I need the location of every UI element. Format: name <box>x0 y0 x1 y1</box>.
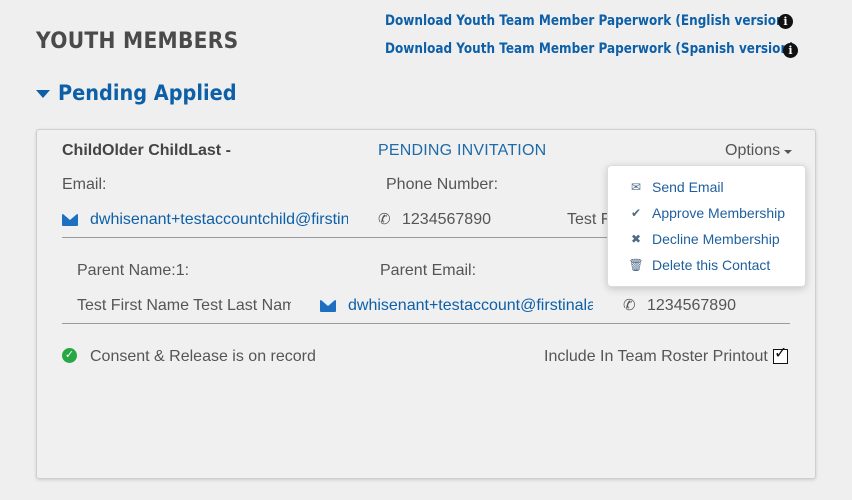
caret-down-icon <box>36 90 50 98</box>
menu-item-label: Decline Membership <box>652 231 780 247</box>
menu-item-label: Delete this Contact <box>652 257 771 273</box>
check-circle-icon: ✓ <box>62 348 77 363</box>
check-icon: ✔ <box>630 206 642 220</box>
menu-item-approve-membership[interactable]: ✔ Approve Membership <box>628 205 785 221</box>
member-email-link[interactable]: dwhisenant+testaccountchild@firstinalask… <box>90 211 348 229</box>
options-label: Options <box>725 142 781 159</box>
phone-icon: ✆ <box>378 211 391 228</box>
roster-label: Include In Team Roster Printout <box>544 348 768 365</box>
page-title: YOUTH MEMBERS <box>36 29 239 54</box>
x-icon: ✖ <box>630 232 642 246</box>
parent-email-label: Parent Email: <box>380 262 477 279</box>
trash-icon: 🗑 <box>628 258 644 272</box>
parent-email-link[interactable]: dwhisenant+testaccount@firstinalaska.com <box>348 297 593 315</box>
download-english-link[interactable]: Download Youth Team Member Paperwork (En… <box>385 13 790 29</box>
menu-item-label: Approve Membership <box>652 205 786 221</box>
download-spanish-link[interactable]: Download Youth Team Member Paperwork (Sp… <box>385 41 795 57</box>
parent-name-value: Test First Name Test Last Name <box>77 297 291 314</box>
envelope-icon <box>320 300 336 312</box>
check-icon: ✓ <box>774 345 788 362</box>
member-third-field: Test F <box>567 211 607 228</box>
envelope-icon <box>62 214 78 226</box>
consent-status-text: Consent & Release is on record <box>90 348 316 365</box>
info-icon[interactable]: i <box>783 43 798 58</box>
parent-name-label: Parent Name:1: <box>77 262 190 279</box>
phone-icon: ✆ <box>623 297 636 314</box>
menu-item-delete-contact[interactable]: 🗑 Delete this Contact <box>628 257 770 273</box>
info-icon[interactable]: i <box>778 14 793 29</box>
divider <box>62 323 790 324</box>
phone-label: Phone Number: <box>386 176 499 193</box>
options-menu: ✉ Send Email ✔ Approve Membership ✖ Decl… <box>607 165 806 287</box>
options-dropdown-button[interactable]: Options <box>725 142 793 160</box>
caret-down-icon <box>784 150 793 154</box>
member-phone: 1234567890 <box>402 211 491 228</box>
member-name: ChildOlder ChildLast - <box>62 142 231 159</box>
section-toggle[interactable]: Pending Applied <box>36 81 252 105</box>
roster-checkbox[interactable]: ✓ <box>773 345 788 364</box>
menu-item-decline-membership[interactable]: ✖ Decline Membership <box>628 231 780 247</box>
menu-item-label: Send Email <box>652 179 724 195</box>
menu-item-send-email[interactable]: ✉ Send Email <box>628 179 724 195</box>
envelope-icon: ✉ <box>630 180 642 194</box>
status-badge: PENDING INVITATION <box>378 142 547 159</box>
section-title: Pending Applied <box>58 81 237 105</box>
email-label: Email: <box>62 176 107 193</box>
parent-phone: 1234567890 <box>647 297 736 314</box>
